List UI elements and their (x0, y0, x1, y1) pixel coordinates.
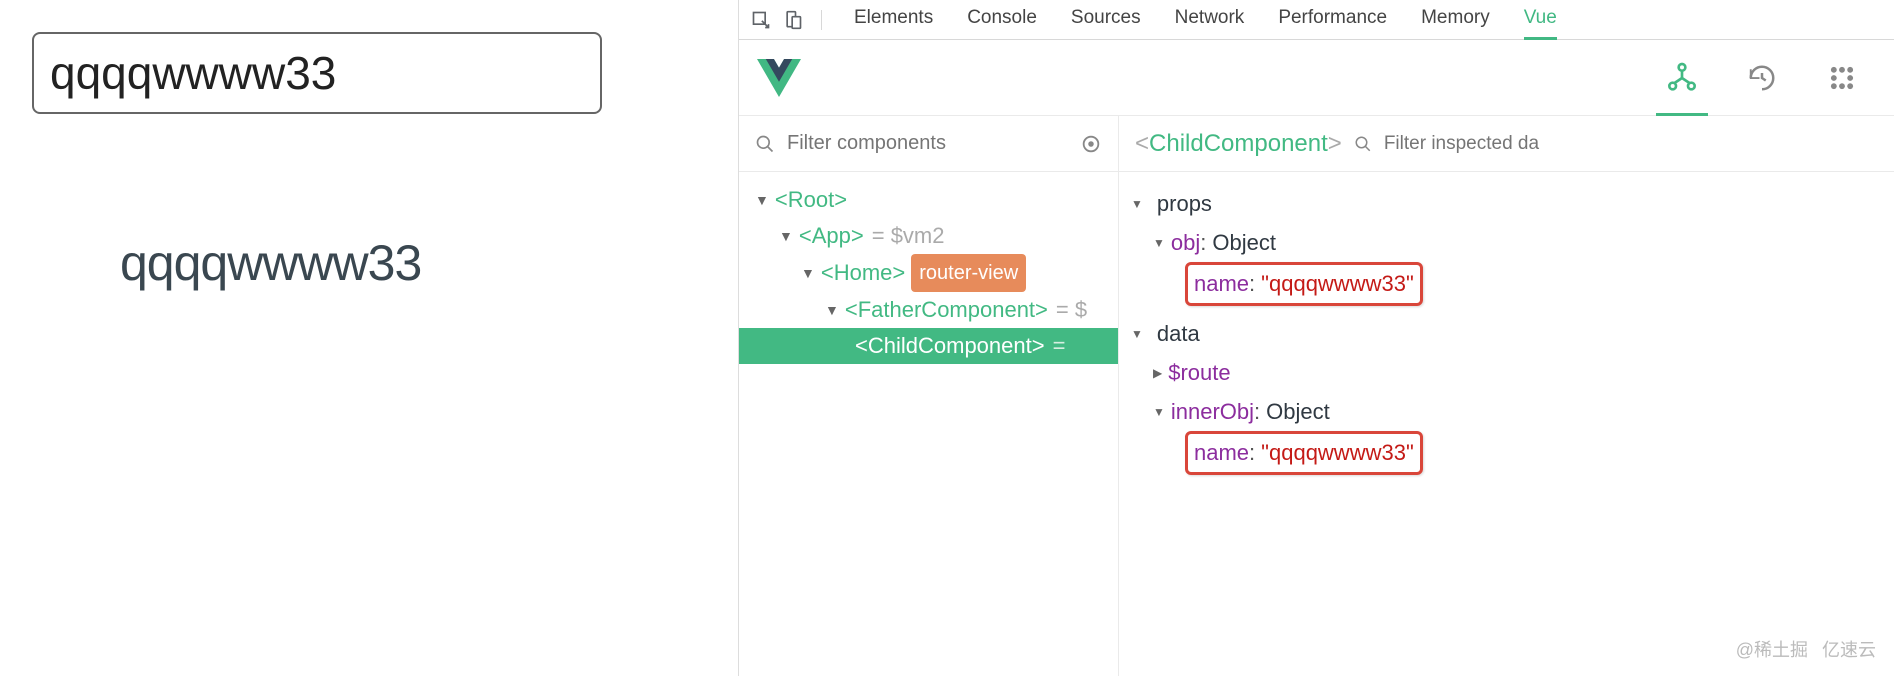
filter-components-input[interactable] (787, 132, 1068, 155)
settings-tab-icon[interactable] (1820, 56, 1864, 100)
component-name: Root (788, 187, 834, 212)
device-toggle-icon[interactable] (779, 6, 807, 34)
text-input[interactable] (50, 46, 584, 100)
search-icon (755, 134, 775, 154)
application-pane: qqqqwwww33 (0, 0, 738, 676)
vue-logo-icon (757, 56, 801, 100)
prop-innerObj[interactable]: innerObj:Object (1131, 392, 1882, 431)
tab-network[interactable]: Network (1175, 0, 1245, 40)
vm-ref: = $ (1056, 292, 1087, 328)
highlight-box: name:"qqqqwwww33" (1185, 431, 1423, 475)
tree-node-father[interactable]: ▼ <FatherComponent> = $ (739, 292, 1118, 328)
locate-icon[interactable] (1080, 133, 1102, 155)
devtools-toolbar: Elements Console Sources Network Perform… (739, 0, 1894, 40)
vue-tab-icons (1660, 56, 1876, 100)
components-tab-icon[interactable] (1660, 56, 1704, 100)
tree-node-app[interactable]: ▼ <App> = $vm2 (739, 218, 1118, 254)
component-tree: ▼ <Root> ▼ <App> = $vm2 ▼ <Home> router-… (739, 172, 1118, 676)
timeline-tab-icon[interactable] (1740, 56, 1784, 100)
display-text: qqqqwwww33 (120, 234, 706, 292)
tab-elements[interactable]: Elements (854, 0, 933, 40)
router-view-badge: router-view (911, 254, 1026, 292)
vm-ref: = $vm2 (872, 218, 945, 254)
search-icon (1354, 135, 1372, 153)
watermark-text-1: @稀土掘 (1736, 636, 1808, 662)
component-name: FatherComponent (858, 297, 1035, 322)
tree-node-home[interactable]: ▼ <Home> router-view (739, 254, 1118, 292)
inspected-component-title: <ChildComponent> (1135, 130, 1342, 158)
separator (821, 10, 822, 30)
devtools-pane: Elements Console Sources Network Perform… (738, 0, 1894, 676)
inspector-pane: <ChildComponent> props obj:Object name:"… (1119, 116, 1894, 676)
devtools-tabs: Elements Console Sources Network Perform… (854, 0, 1557, 40)
prop-obj-name[interactable]: name:"qqqqwwww33" (1131, 262, 1882, 306)
input-container (32, 32, 602, 114)
section-props[interactable]: props (1131, 184, 1882, 223)
tree-search-bar (739, 116, 1118, 172)
tree-node-child[interactable]: <ChildComponent> = (739, 328, 1118, 364)
watermark: @稀土掘 亿速云 (1736, 636, 1876, 662)
component-name: ChildComponent (868, 333, 1032, 358)
component-tree-pane: ▼ <Root> ▼ <App> = $vm2 ▼ <Home> router-… (739, 116, 1119, 676)
filter-inspected-input[interactable] (1384, 133, 1878, 155)
tab-sources[interactable]: Sources (1071, 0, 1141, 40)
component-name: Home (834, 260, 893, 285)
inspect-element-icon[interactable] (747, 6, 775, 34)
section-data[interactable]: data (1131, 314, 1882, 353)
tab-console[interactable]: Console (967, 0, 1037, 40)
highlight-box: name:"qqqqwwww33" (1185, 262, 1423, 306)
component-name: App (812, 223, 851, 248)
prop-obj[interactable]: obj:Object (1131, 223, 1882, 262)
inspector-header: <ChildComponent> (1119, 116, 1894, 172)
tab-memory[interactable]: Memory (1421, 0, 1490, 40)
prop-innerObj-name[interactable]: name:"qqqqwwww33" (1131, 431, 1882, 475)
vue-devtools-bar (739, 40, 1894, 116)
vue-body: ▼ <Root> ▼ <App> = $vm2 ▼ <Home> router-… (739, 116, 1894, 676)
prop-route[interactable]: $route (1131, 353, 1882, 392)
watermark-text-2: 亿速云 (1822, 636, 1876, 662)
tab-performance[interactable]: Performance (1278, 0, 1387, 40)
vm-ref: = (1053, 328, 1066, 364)
tree-node-root[interactable]: ▼ <Root> (739, 182, 1118, 218)
tab-vue[interactable]: Vue (1524, 0, 1557, 40)
inspector-content: props obj:Object name:"qqqqwwww33" data … (1119, 172, 1894, 676)
